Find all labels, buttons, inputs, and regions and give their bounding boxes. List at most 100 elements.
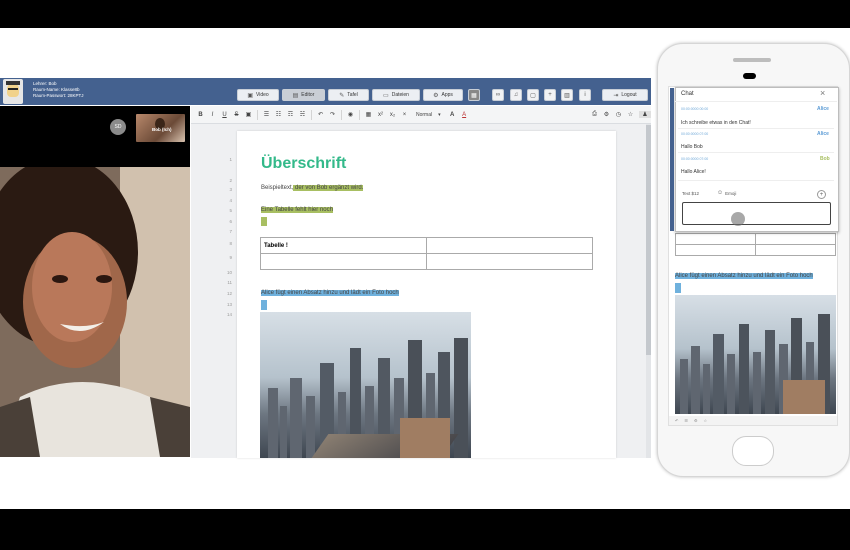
line-number: 4 [229, 198, 232, 203]
city-skyline-photo[interactable] [260, 312, 471, 458]
users-icon[interactable]: ♟ [639, 111, 651, 118]
chat-button[interactable]: ▢ [527, 89, 539, 101]
indent-icon[interactable]: ☶ [287, 111, 294, 118]
subscript-icon[interactable]: x₂ [389, 112, 396, 118]
mobile-paragraph[interactable]: Alice fügt einen Absatz hinzu und lädt e… [675, 273, 813, 279]
mobile-alice-cursor [675, 283, 681, 293]
add-user-button[interactable]: + [544, 89, 556, 101]
chat-message-time: 00:00:0000 00:00 [681, 107, 709, 111]
gear-icon: ⚙ [433, 92, 439, 99]
strikethrough-button[interactable]: S [233, 112, 240, 118]
nav-video-button[interactable]: ▣ Video [237, 89, 279, 101]
info-button[interactable]: i [579, 89, 591, 101]
mobile-city-photo[interactable] [675, 295, 836, 414]
undo-icon[interactable]: ↶ [317, 111, 324, 118]
nav-editor-button[interactable]: ▤ Editor [282, 89, 325, 101]
italic-button[interactable]: I [209, 112, 216, 118]
redo-icon[interactable]: ↷ [329, 111, 336, 118]
nav-apps-button[interactable]: ⚙ Apps [423, 89, 463, 101]
mobile-document-table[interactable] [675, 233, 836, 256]
line-number: 14 [226, 312, 232, 317]
bell-icon: ♫ [513, 92, 519, 98]
line-number: 13 [226, 302, 232, 307]
underline-button[interactable]: U [221, 112, 228, 118]
bold-button[interactable]: B [197, 112, 204, 118]
calculator-button[interactable]: ▦ [468, 89, 480, 101]
line-number: 6 [229, 219, 232, 224]
highlight-color-icon[interactable]: A [461, 112, 468, 118]
list-icon[interactable]: ☰ [684, 418, 688, 423]
settings-icon[interactable]: ⚙ [694, 418, 698, 423]
info-icon: i [584, 92, 586, 98]
nav-dateien-label: Dateien [391, 92, 409, 98]
table-cell[interactable] [426, 237, 593, 254]
document-paragraph-2[interactable]: Eine Tabelle fehlt hier noch [261, 207, 333, 213]
highlighted-text-bob: Eine Tabelle fehlt hier noch [261, 207, 333, 213]
highlighted-text-alice: Alice fügt einen Absatz hinzu und lädt e… [261, 290, 399, 296]
nav-editor-label: Editor [301, 92, 315, 98]
line-number: 7 [229, 229, 232, 234]
paragraph-format-select[interactable]: Normal ▾ [413, 112, 444, 118]
nav-video-label: Video [255, 92, 269, 98]
room-password: Raum-Passwort: 28KPTJ [33, 93, 84, 98]
star-icon[interactable]: ☆ [704, 418, 708, 423]
document-heading[interactable]: Überschrift [261, 155, 346, 173]
eye-icon[interactable]: ◉ [347, 111, 354, 118]
logout-button[interactable]: ⇥ Logout [602, 89, 648, 101]
chat-message-text: Hallo Alice! [681, 169, 706, 175]
clear-format-icon[interactable]: × [401, 112, 408, 118]
notification-button[interactable]: ♫ [510, 89, 522, 101]
bullet-list-icon[interactable]: ☰ [263, 111, 270, 118]
mobile-bottom-toolbar: ↶ ☰ ⚙ ☆ [669, 416, 837, 425]
table-cell[interactable] [260, 253, 427, 270]
history-icon[interactable]: ◷ [615, 111, 622, 118]
document-paragraph-3[interactable]: Alice fügt einen Absatz hinzu und lädt e… [261, 290, 399, 296]
table-cell[interactable]: Tabelle ! [260, 237, 427, 254]
line-number: 9 [229, 255, 232, 260]
phone-camera [743, 73, 756, 79]
chat-message-input[interactable] [682, 202, 831, 225]
emoji-button[interactable]: ☺ Emoji [717, 190, 736, 196]
trash-button[interactable]: ▥ [561, 89, 573, 101]
touch-pointer [731, 212, 745, 226]
remote-video-name: Bob (Ich) [152, 127, 172, 132]
close-icon[interactable]: × [820, 88, 825, 98]
line-number: 1 [229, 157, 232, 162]
chat-message-sender: Alice [817, 131, 829, 137]
speech-bubble-icon: ▢ [530, 92, 536, 99]
nav-apps-label: Apps [441, 92, 453, 98]
bob-cursor-marker [261, 217, 267, 226]
pencil-icon: ✎ [339, 92, 345, 99]
outdent-icon[interactable]: ☵ [299, 111, 306, 118]
text-color-icon[interactable]: A [449, 112, 456, 118]
line-number: 8 [229, 241, 232, 246]
editor-scrollbar-thumb[interactable] [646, 125, 651, 355]
chat-title: Chat [681, 91, 694, 97]
table-icon[interactable]: ▦ [365, 111, 372, 118]
settings-icon[interactable]: ⚙ [603, 111, 610, 118]
link-button[interactable]: ∞ [492, 89, 504, 101]
self-avatar[interactable]: SD [110, 119, 126, 135]
alice-cursor-marker [261, 300, 267, 310]
phone-home-button[interactable] [732, 436, 774, 466]
superscript-icon[interactable]: x² [377, 112, 384, 118]
star-icon[interactable]: ☆ [627, 111, 634, 118]
video-camera-icon: ▣ [247, 92, 253, 99]
table-cell[interactable] [426, 253, 593, 270]
document-paragraph-1[interactable]: Beispieltext, der von Bob ergänzt wird. [261, 185, 364, 191]
undo-icon[interactable]: ↶ [675, 418, 678, 423]
phone-speaker [733, 58, 771, 62]
line-number: 10 [226, 270, 232, 275]
document-table[interactable]: Tabelle ! [260, 237, 593, 270]
chat-message-time: 00:00:0000 07:00 [681, 132, 709, 136]
image-icon[interactable]: ▣ [245, 111, 252, 118]
text-format-option[interactable]: Text $12 [682, 191, 699, 196]
add-attachment-button[interactable]: + [817, 190, 826, 199]
numbered-list-icon[interactable]: ☷ [275, 111, 282, 118]
plus-icon: + [819, 192, 824, 198]
chat-message-sender: Bob [820, 156, 830, 162]
nav-dateien-button[interactable]: ▭ Dateien [372, 89, 420, 101]
line-number: 3 [229, 187, 232, 192]
nav-tafel-button[interactable]: ✎ Tafel [328, 89, 369, 101]
print-icon[interactable]: ⎙ [591, 111, 598, 118]
